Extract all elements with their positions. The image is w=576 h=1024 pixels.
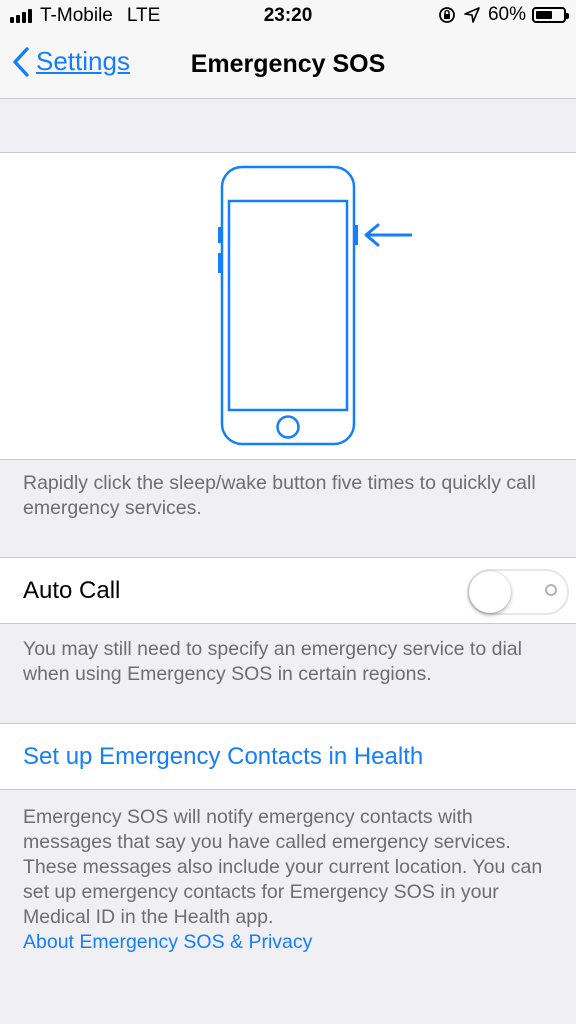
- emergency-contacts-row[interactable]: Set up Emergency Contacts in Health: [0, 723, 576, 790]
- navigation-bar: Settings Emergency SOS: [0, 32, 576, 99]
- emergency-contacts-link[interactable]: Set up Emergency Contacts in Health: [23, 743, 423, 771]
- sos-illustration: [0, 152, 576, 460]
- battery-nub: [566, 13, 569, 19]
- battery-percent: 60%: [487, 4, 526, 25]
- toggle-knob: [469, 571, 511, 613]
- sos-description: Rapidly click the sleep/wake button five…: [23, 472, 536, 519]
- contacts-footer-text: Emergency SOS will notify emergency cont…: [23, 806, 543, 928]
- toggle-off-indicator-icon: [545, 584, 557, 596]
- auto-call-row: Auto Call: [0, 557, 576, 624]
- iphone-side-button-icon: [218, 165, 412, 446]
- auto-call-label: Auto Call: [23, 577, 121, 604]
- privacy-link[interactable]: About Emergency SOS & Privacy: [23, 930, 553, 955]
- contacts-footer: Emergency SOS will notify emergency cont…: [23, 805, 553, 955]
- battery-icon: [532, 7, 569, 23]
- auto-call-toggle[interactable]: [467, 569, 569, 615]
- auto-call-footer: You may still need to specify an emergen…: [23, 638, 522, 685]
- page-title: Emergency SOS: [190, 50, 386, 78]
- battery-fill: [536, 11, 552, 19]
- location-arrow-icon: [464, 7, 480, 23]
- status-right: 60%: [438, 4, 569, 26]
- status-bar: T-Mobile LTE 23:20 60%: [0, 0, 576, 32]
- orientation-lock-icon: [439, 7, 455, 23]
